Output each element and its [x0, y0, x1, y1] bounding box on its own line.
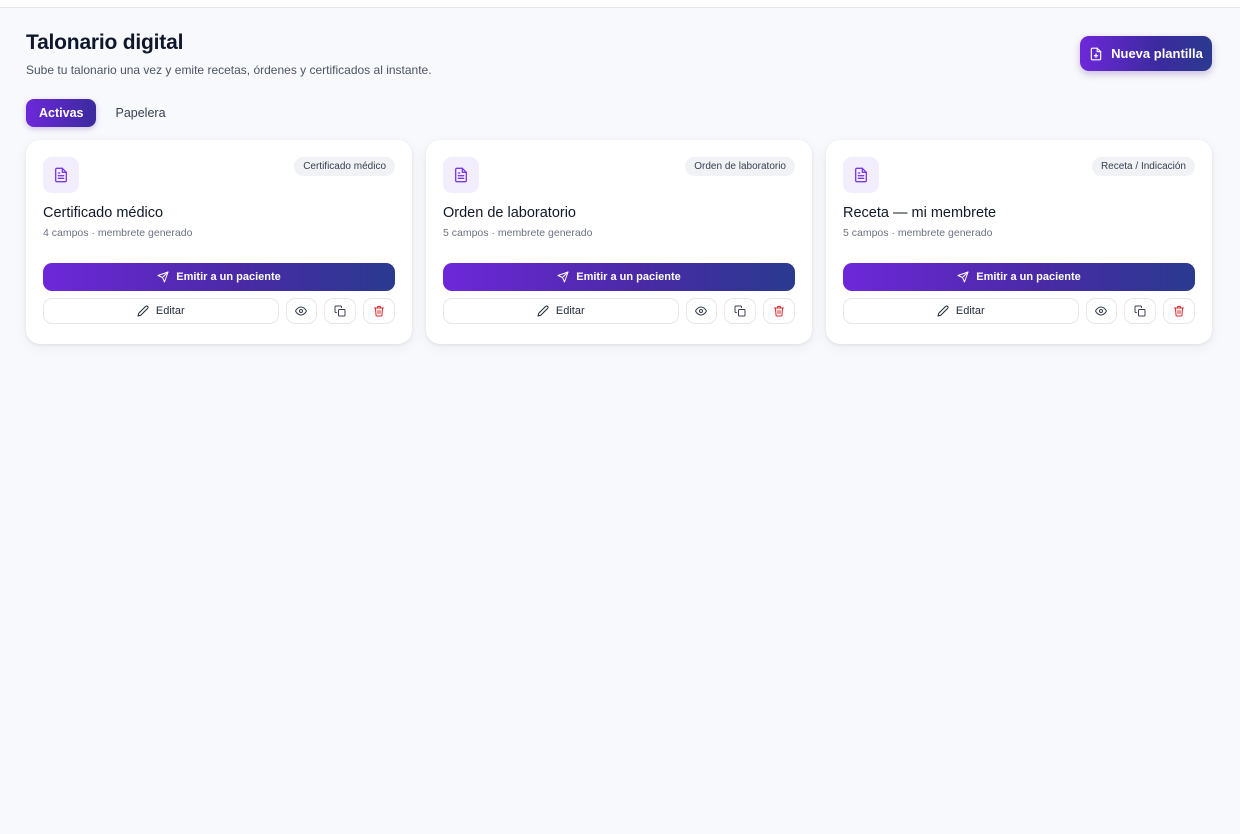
preview-button[interactable] [285, 298, 318, 324]
new-template-button[interactable]: Nueva plantilla [1080, 36, 1212, 71]
category-badge: Receta / Indicación [1091, 157, 1195, 176]
page-header: Talonario digital Sube tu talonario una … [26, 31, 432, 77]
send-icon [557, 271, 569, 283]
edit-label: Editar [955, 305, 985, 317]
file-plus-icon [1089, 47, 1103, 61]
edit-label: Editar [555, 305, 585, 317]
preview-button[interactable] [685, 298, 718, 324]
emit-label: Emitir a un paciente [576, 271, 681, 283]
send-icon [957, 271, 969, 283]
pencil-icon [137, 305, 149, 317]
template-cards: Certificado médico Certificado médico 4 … [26, 140, 1212, 344]
card-meta: 5 campos · membrete generado [443, 227, 593, 239]
edit-button[interactable]: Editar [443, 298, 679, 324]
category-badge: Orden de laboratorio [685, 157, 795, 176]
pencil-icon [937, 305, 949, 317]
trash-icon [773, 305, 785, 317]
edit-button[interactable]: Editar [843, 298, 1079, 324]
tab-papelera[interactable]: Papelera [102, 99, 178, 127]
delete-button[interactable] [1163, 298, 1195, 324]
card-title: Certificado médico [43, 205, 164, 221]
card-actions: Editar [43, 298, 395, 324]
template-card: Orden de laboratorio Orden de laboratori… [426, 140, 812, 344]
category-badge: Certificado médico [294, 157, 395, 176]
duplicate-button[interactable] [1124, 298, 1157, 324]
card-actions: Editar [443, 298, 795, 324]
card-title: Orden de laboratorio [443, 205, 576, 221]
tab-activas[interactable]: Activas [26, 99, 97, 127]
tab-bar: Activas Papelera [26, 99, 179, 127]
page-subtitle: Sube tu talonario una vez y emite receta… [26, 63, 432, 77]
copy-icon [734, 305, 746, 317]
card-meta: 4 campos · membrete generado [43, 227, 193, 239]
duplicate-button[interactable] [724, 298, 757, 324]
card-actions: Editar [843, 298, 1195, 324]
eye-icon [1095, 305, 1108, 317]
trash-icon [373, 305, 385, 317]
edit-label: Editar [155, 305, 185, 317]
new-template-label: Nueva plantilla [1111, 46, 1203, 61]
emit-to-patient-button[interactable]: Emitir a un paciente [843, 263, 1195, 291]
delete-button[interactable] [363, 298, 395, 324]
pencil-icon [537, 305, 549, 317]
top-bar [0, 0, 1240, 8]
document-icon [443, 157, 479, 193]
send-icon [157, 271, 169, 283]
emit-to-patient-button[interactable]: Emitir a un paciente [443, 263, 795, 291]
copy-icon [334, 305, 346, 317]
emit-label: Emitir a un paciente [976, 271, 1081, 283]
document-icon [843, 157, 879, 193]
template-card: Receta / Indicación Receta — mi membrete… [826, 140, 1212, 344]
duplicate-button[interactable] [324, 298, 357, 324]
eye-icon [295, 305, 308, 317]
card-title: Receta — mi membrete [843, 205, 997, 221]
page-title: Talonario digital [26, 31, 184, 54]
trash-icon [1173, 305, 1185, 317]
delete-button[interactable] [763, 298, 795, 324]
template-card: Certificado médico Certificado médico 4 … [26, 140, 412, 344]
emit-label: Emitir a un paciente [176, 271, 281, 283]
copy-icon [1134, 305, 1146, 317]
document-icon [43, 157, 79, 193]
preview-button[interactable] [1085, 298, 1118, 324]
edit-button[interactable]: Editar [43, 298, 279, 324]
eye-icon [695, 305, 708, 317]
emit-to-patient-button[interactable]: Emitir a un paciente [43, 263, 395, 291]
card-meta: 5 campos · membrete generado [843, 227, 993, 239]
